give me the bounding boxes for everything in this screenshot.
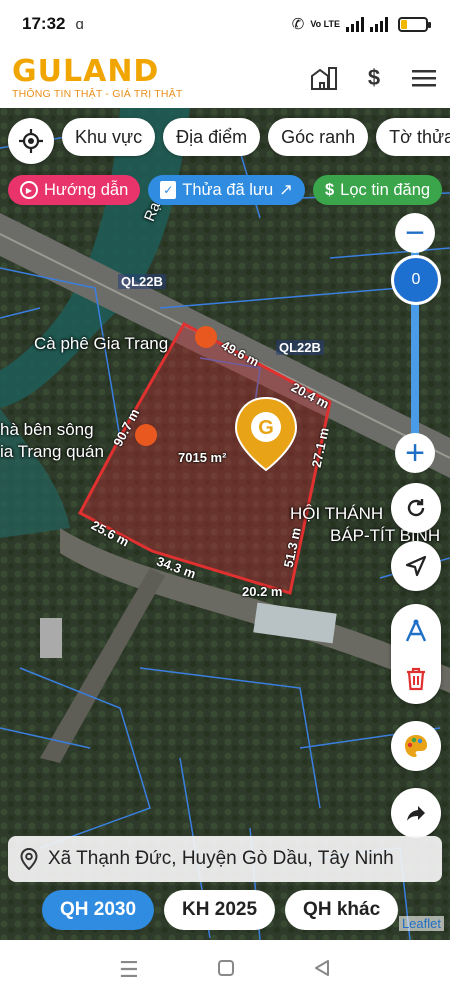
zoom-out-button[interactable]: − bbox=[395, 213, 435, 253]
building-icon[interactable] bbox=[310, 64, 338, 92]
trash-icon bbox=[407, 667, 425, 691]
filter-chip-place[interactable]: Địa điểm bbox=[163, 118, 261, 156]
zoom-in-button[interactable]: + bbox=[395, 433, 435, 473]
crosshair-icon bbox=[19, 129, 43, 153]
saved-plots-label: Thửa đã lưu bbox=[182, 180, 274, 199]
filter-news-button[interactable]: $ Lọc tin đăng bbox=[312, 175, 443, 205]
back-icon[interactable] bbox=[313, 957, 331, 983]
area-label: 7015 m² bbox=[178, 450, 227, 465]
palette-icon bbox=[405, 735, 427, 757]
play-icon: ▶ bbox=[20, 181, 38, 199]
filter-chip-area[interactable]: Khu vực bbox=[62, 118, 156, 156]
system-nav-bar: ☰ bbox=[0, 940, 450, 1000]
map-label-cafe: Cà phê Gia Trang bbox=[34, 334, 169, 353]
battery-icon bbox=[398, 16, 431, 32]
brand-tagline: THÔNG TIN THẬT - GIÁ TRỊ THẬT bbox=[12, 88, 183, 100]
menu-icon[interactable] bbox=[410, 64, 438, 92]
navigate-button[interactable] bbox=[391, 541, 441, 591]
zoom-slider-knob[interactable]: 0 bbox=[391, 255, 441, 305]
guide-label: Hướng dẫn bbox=[44, 180, 129, 199]
home-icon[interactable] bbox=[217, 957, 235, 983]
map-label-quan: ia Trang quán bbox=[0, 442, 104, 461]
signal-icon-2 bbox=[370, 16, 388, 32]
road-label-ql22b-2: QL22B bbox=[276, 340, 324, 355]
wifi-call-icon: ✆ bbox=[291, 16, 305, 33]
signal-icon bbox=[346, 16, 364, 32]
app-header: GULAND THÔNG TIN THẬT - GIÁ TRỊ THẬT $ bbox=[0, 48, 450, 108]
saved-plots-button[interactable]: ✓ Thửa đã lưu ↗ bbox=[148, 175, 305, 205]
clock: 17:32 bbox=[22, 14, 66, 33]
filter-chip-sheet[interactable]: Tờ thửa bbox=[376, 118, 450, 156]
quick-action-row: ▶ Hướng dẫn ✓ Thửa đã lưu ↗ $ Lọc tin đă… bbox=[8, 175, 443, 205]
refresh-icon bbox=[407, 499, 425, 517]
navigation-arrow-icon bbox=[405, 555, 427, 577]
filter-chip-corner[interactable]: Góc ranh bbox=[268, 118, 369, 156]
color-palette-button[interactable] bbox=[391, 721, 441, 771]
tab-kh-2025[interactable]: KH 2025 bbox=[164, 890, 276, 930]
arrow-up-right-icon: ↗ bbox=[279, 181, 293, 199]
map-pin-icon bbox=[20, 848, 38, 870]
my-location-button[interactable] bbox=[8, 118, 54, 164]
map-label-riverside: hà bên sông bbox=[0, 420, 94, 439]
dollar-small-icon: $ bbox=[324, 180, 335, 199]
delete-button[interactable] bbox=[404, 666, 428, 692]
status-bar: 17:32 ɑ ✆ Vo LTE bbox=[0, 0, 450, 48]
leaflet-attribution[interactable]: Leaflet bbox=[398, 916, 444, 931]
svg-text:G: G bbox=[258, 417, 274, 439]
road-label-ql22b-1: QL22B bbox=[118, 274, 166, 289]
logo[interactable]: GULAND THÔNG TIN THẬT - GIÁ TRỊ THẬT bbox=[12, 54, 183, 101]
compass-ruler-icon bbox=[405, 619, 427, 642]
address-bar[interactable]: Xã Thạnh Đức, Huyện Gò Dầu, Tây Ninh bbox=[8, 836, 442, 882]
share-arrow-icon bbox=[407, 806, 425, 821]
map-label-church: HỘI THÁNH bbox=[290, 504, 384, 523]
filter-chip-row: Khu vực Địa điểm Góc ranh Tờ thửa bbox=[8, 118, 450, 164]
tab-qh-other[interactable]: QH khác bbox=[285, 890, 399, 930]
plan-tabs: QH 2030 KH 2025 QH khác bbox=[42, 890, 399, 930]
map-view[interactable]: G Cà phê Gia Trang hà bên sông ia Trang … bbox=[0, 108, 450, 940]
brand-name: GULAND bbox=[12, 54, 160, 89]
recents-icon[interactable]: ☰ bbox=[119, 957, 139, 983]
filter-news-label: Lọc tin đăng bbox=[340, 180, 431, 199]
edge-label-5: 20.2 m bbox=[242, 584, 283, 599]
measure-button[interactable] bbox=[403, 618, 429, 644]
guide-button[interactable]: ▶ Hướng dẫn bbox=[8, 175, 141, 205]
network-type: Vo LTE bbox=[310, 18, 340, 29]
satellite-map: G bbox=[0, 108, 450, 940]
dollar-icon[interactable]: $ bbox=[360, 64, 388, 92]
address-text: Xã Thạnh Đức, Huyện Gò Dầu, Tây Ninh bbox=[48, 848, 394, 869]
share-button[interactable] bbox=[391, 788, 441, 838]
tab-qh-2030[interactable]: QH 2030 bbox=[42, 890, 155, 930]
refresh-button[interactable] bbox=[391, 483, 441, 533]
tool-card bbox=[391, 604, 441, 704]
notification-icon: ɑ bbox=[75, 15, 84, 33]
bookmark-check-icon: ✓ bbox=[160, 181, 177, 199]
